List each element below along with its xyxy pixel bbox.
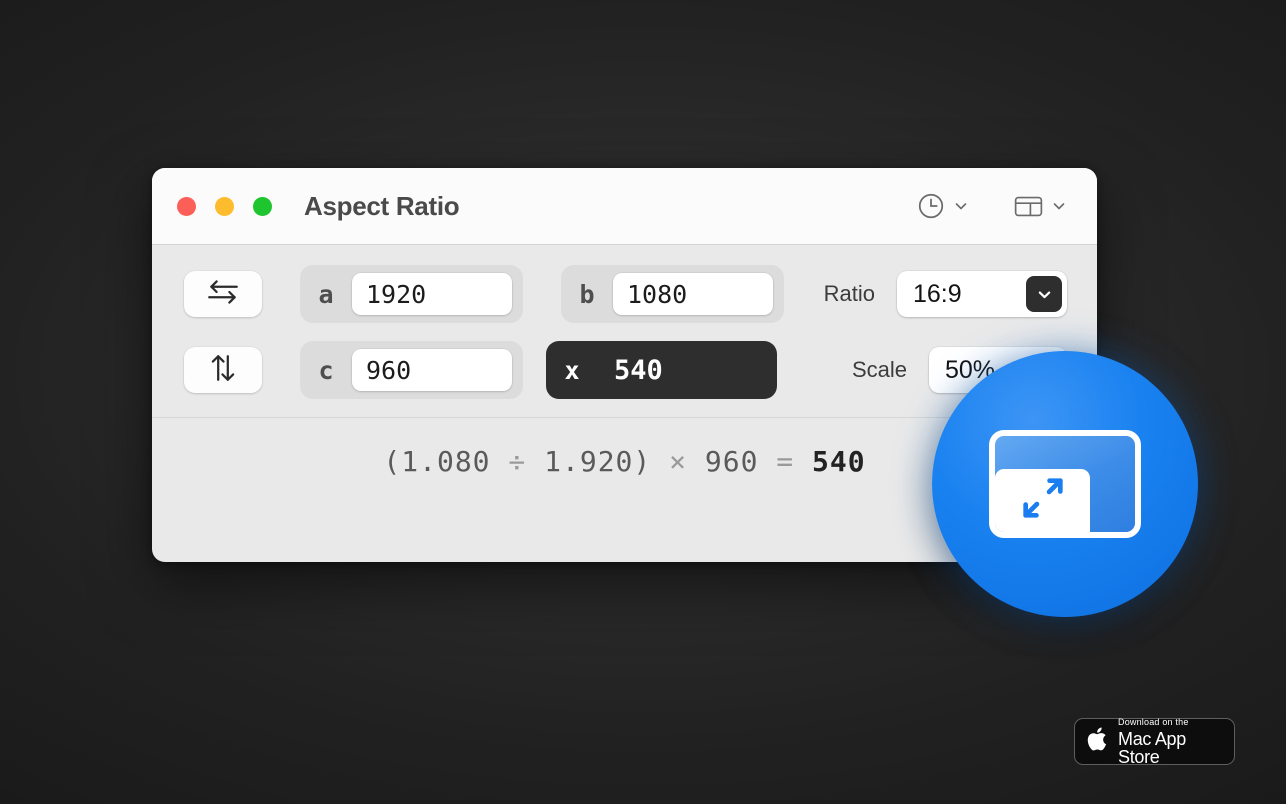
formula-result: 540	[812, 445, 866, 478]
badge-title: Mac App Store	[1118, 728, 1186, 767]
formula-open-paren: (	[383, 445, 402, 478]
scale-label: Scale	[851, 357, 907, 382]
resize-diagonal-arrows-icon	[1017, 472, 1069, 529]
ratio-label: Ratio	[823, 281, 875, 306]
zoom-button[interactable]	[253, 196, 272, 216]
layout-panel-icon	[1013, 191, 1044, 222]
field-group-a: a	[300, 265, 523, 323]
controls-row-2: c x 540 Scale 50%	[152, 341, 1097, 399]
chevron-down-icon[interactable]	[1026, 276, 1062, 312]
field-group-c: c	[300, 341, 523, 399]
controls-row-1: a b Ratio 16:9	[152, 265, 1097, 323]
formula-multiplier: 960	[704, 445, 759, 478]
formula-equals: =	[758, 445, 813, 478]
layout-button[interactable]	[1013, 191, 1067, 222]
chevron-down-icon	[953, 198, 969, 214]
ratio-select[interactable]: 16:9	[897, 271, 1067, 317]
mac-app-store-badge[interactable]: Download on the Mac App Store	[1074, 716, 1235, 767]
app-icon-screen	[989, 430, 1141, 538]
swap-horizontal-button[interactable]	[184, 271, 262, 317]
toolbar	[916, 191, 1067, 222]
window-titlebar: Aspect Ratio	[152, 168, 1097, 245]
window-title: Aspect Ratio	[304, 190, 460, 221]
field-group-b: b	[561, 265, 784, 323]
field-a-input[interactable]	[352, 273, 512, 315]
swap-horizontal-icon	[205, 277, 241, 312]
formula-numerator: 1.080	[401, 445, 491, 478]
history-clock-icon	[916, 191, 946, 221]
apple-logo-icon	[1086, 725, 1109, 758]
formula-divide: ÷	[490, 445, 545, 478]
close-button[interactable]	[177, 196, 196, 216]
formula-close-paren: )	[633, 445, 652, 478]
field-b-input[interactable]	[613, 273, 773, 315]
swap-vertical-icon	[207, 352, 239, 389]
aspect-ratio-app-icon	[932, 351, 1198, 617]
chevron-down-icon	[1051, 198, 1067, 214]
badge-subtitle: Download on the	[1118, 716, 1189, 727]
app-icon-inner-panel	[995, 469, 1090, 532]
minimize-button[interactable]	[215, 196, 234, 216]
ratio-control: Ratio 16:9	[824, 271, 1067, 317]
formula-times: ×	[651, 445, 705, 478]
controls-section: a b Ratio 16:9	[152, 245, 1097, 417]
swap-vertical-button[interactable]	[184, 347, 262, 393]
formula-expression: (1.080 ÷ 1.920) × 960 = 540	[383, 445, 865, 478]
field-c-label: c	[318, 355, 334, 385]
history-button[interactable]	[916, 191, 969, 221]
badge-text: Download on the Mac App Store	[1118, 716, 1223, 767]
result-pill-x: x 540	[546, 341, 777, 399]
field-a-label: a	[318, 279, 334, 309]
ratio-value: 16:9	[913, 279, 962, 308]
result-label: x	[564, 355, 580, 385]
formula-denominator: 1.920	[544, 445, 634, 478]
field-b-label: b	[579, 279, 595, 309]
field-c-input[interactable]	[352, 349, 512, 391]
result-value: 540	[614, 354, 663, 386]
traffic-lights	[177, 196, 272, 216]
